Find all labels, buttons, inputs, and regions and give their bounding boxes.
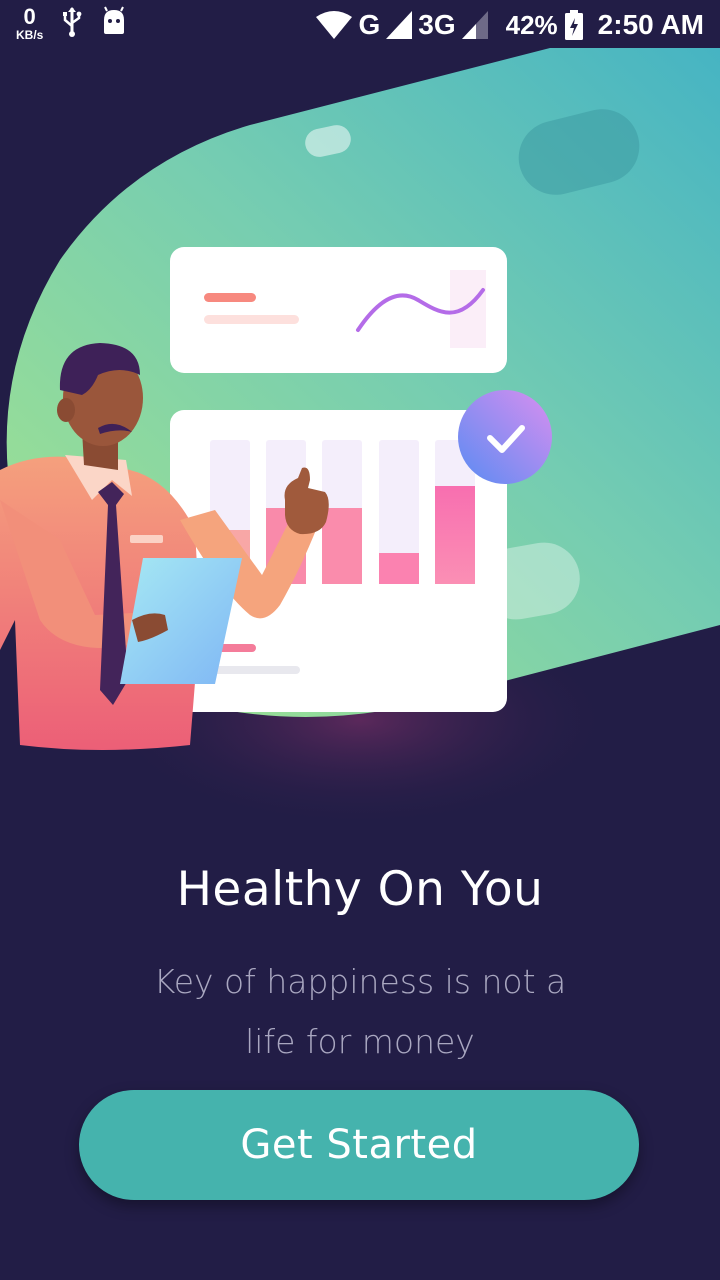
signal-strength-weak-icon <box>461 11 488 39</box>
subtitle-line-1: Key of happiness is not a <box>153 962 567 1001</box>
card-line <box>204 293 256 302</box>
check-badge <box>458 390 552 484</box>
signal-strength-icon <box>386 11 413 39</box>
net-speed-indicator: 0 KB/s <box>16 4 44 42</box>
status-left: 0 KB/s <box>16 6 127 41</box>
bar-3 <box>322 508 362 584</box>
card-line <box>210 666 300 674</box>
battery-percent: 42% <box>505 10 558 40</box>
network-type-g: G <box>358 9 381 40</box>
onboarding-subtitle: Key of happiness is not a life for money <box>120 952 600 1072</box>
usb-icon <box>63 7 82 37</box>
android-icon <box>104 6 125 34</box>
onboarding-title: Healthy On You <box>176 862 544 917</box>
card-line <box>204 315 299 324</box>
network-type-3g: 3G <box>418 9 456 40</box>
net-speed-unit: KB/s <box>16 28 44 42</box>
wifi-icon <box>316 11 353 39</box>
battery-charging-icon <box>564 10 583 40</box>
status-bar: 0 KB/s G 3G 42% 2:50 AM <box>0 0 720 48</box>
bar-5 <box>435 486 475 584</box>
bar-4 <box>379 553 419 584</box>
get-started-button[interactable]: Get Started <box>79 1090 639 1200</box>
subtitle-line-2: life for money <box>245 1022 475 1061</box>
net-speed-value: 0 <box>23 4 36 29</box>
hero-illustration <box>0 48 720 830</box>
clock: 2:50 AM <box>597 9 704 40</box>
status-right: G 3G 42% 2:50 AM <box>316 8 704 42</box>
card-highlight <box>450 270 486 348</box>
